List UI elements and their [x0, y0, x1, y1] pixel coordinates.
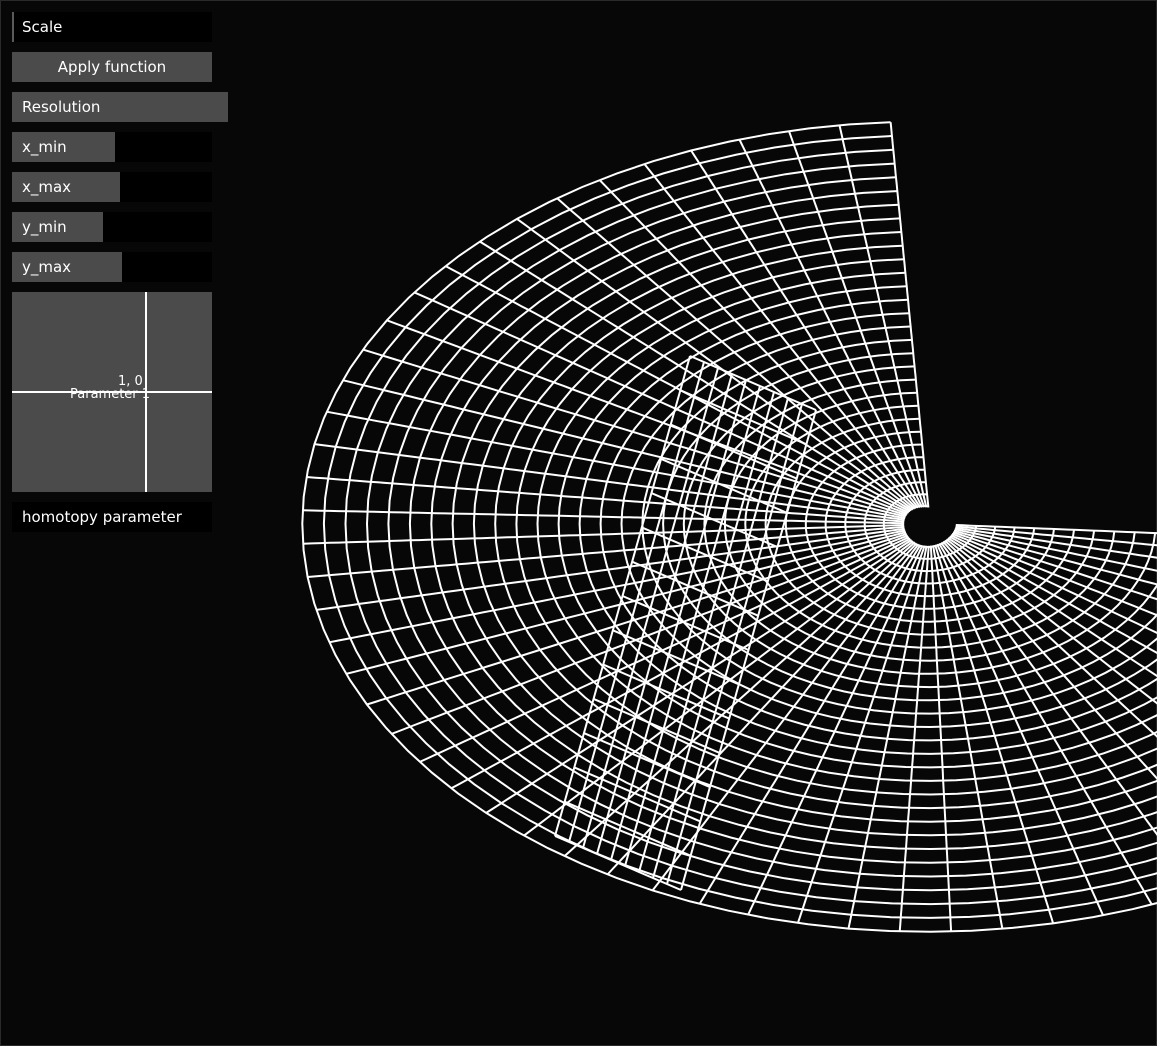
- parameter-1-pad[interactable]: 1, 0 Parameter 1: [12, 292, 212, 492]
- resolution-label: Resolution: [22, 98, 101, 116]
- y-min-slider[interactable]: y_min: [12, 212, 212, 242]
- x-min-label: x_min: [22, 138, 67, 156]
- grid-spoke: [345, 531, 907, 675]
- x-max-label: x_max: [22, 178, 72, 196]
- grid-spoke: [314, 443, 905, 521]
- y-max-slider[interactable]: y_max: [12, 252, 212, 282]
- resolution-slider[interactable]: Resolution: [12, 92, 228, 122]
- y-min-label: y_min: [22, 218, 67, 236]
- scale-label: Scale: [22, 18, 63, 36]
- apply-function-button[interactable]: Apply function: [12, 52, 212, 82]
- scale-slider[interactable]: Scale: [12, 12, 212, 42]
- grid-spoke: [934, 544, 1055, 924]
- grid-spoke: [651, 543, 920, 892]
- grid-spoke: [479, 240, 913, 512]
- grid-ring: [322, 135, 1157, 919]
- grid-spoke: [889, 122, 930, 508]
- homotopy-label: homotopy parameter: [22, 508, 182, 526]
- grid-spoke: [306, 476, 905, 523]
- grid-ring: [620, 325, 1157, 729]
- scale-slider-fill: [12, 12, 14, 42]
- grid-spoke: [947, 537, 1157, 678]
- grid-ring: [387, 176, 1157, 878]
- grid-ring: [682, 365, 1157, 689]
- x-min-slider[interactable]: x_min: [12, 132, 212, 162]
- y-max-label: y_max: [22, 258, 72, 276]
- grid-ring: [365, 162, 1157, 892]
- grid-spoke: [929, 545, 953, 932]
- pad-title: Parameter 1: [70, 387, 151, 402]
- grid-spoke: [302, 509, 905, 525]
- rotated-rectangle-grid: [554, 355, 817, 891]
- x-max-slider[interactable]: x_max: [12, 172, 212, 202]
- homotopy-slider[interactable]: homotopy parameter: [12, 502, 212, 532]
